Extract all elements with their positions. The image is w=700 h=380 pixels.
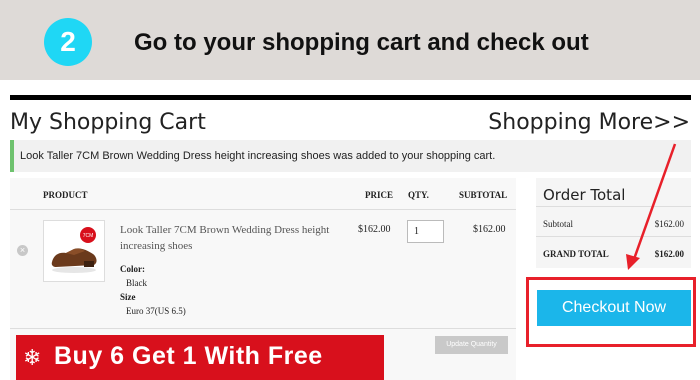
- grand-total-label: GRAND TOTAL: [543, 249, 609, 259]
- column-header-product: PRODUCT: [43, 190, 88, 200]
- item-price: $162.00: [358, 224, 391, 235]
- column-header-price: PRICE: [365, 190, 394, 200]
- svg-text:7CM: 7CM: [83, 233, 94, 239]
- red-arrow-icon: [626, 143, 677, 270]
- product-thumbnail[interactable]: 7CM: [43, 220, 105, 282]
- snowflake-icon: ❄: [23, 345, 42, 370]
- row-divider: [10, 328, 516, 329]
- order-total-title: Order Total: [543, 186, 626, 204]
- subtotal-label: Subtotal: [543, 219, 574, 229]
- promo-text: Buy 6 Get 1 With Free: [54, 342, 323, 370]
- option-value-color: Black: [126, 278, 147, 288]
- item-subtotal: $162.00: [473, 224, 506, 235]
- checkout-now-button[interactable]: Checkout Now: [537, 290, 691, 326]
- page-title: My Shopping Cart: [10, 110, 206, 135]
- option-value-size: Euro 37(US 6.5): [126, 306, 186, 316]
- cart-table-header: PRODUCT PRICE QTY. SUBTOTAL: [10, 178, 516, 210]
- quantity-input[interactable]: [407, 220, 444, 243]
- column-header-subtotal: SUBTOTAL: [459, 190, 508, 200]
- shopping-more-link[interactable]: Shopping More>>: [488, 110, 690, 135]
- brown-shoe-image: 7CM: [51, 227, 97, 273]
- option-label-size: Size: [120, 292, 136, 302]
- added-to-cart-notice: Look Taller 7CM Brown Wedding Dress heig…: [10, 140, 691, 172]
- step-number-badge: 2: [44, 18, 92, 66]
- instruction-banner: 2 Go to your shopping cart and check out: [0, 0, 700, 80]
- instruction-text: Go to your shopping cart and check out: [134, 29, 589, 56]
- promo-banner[interactable]: ❄ Buy 6 Get 1 With Free: [16, 335, 384, 380]
- column-header-qty: QTY.: [408, 190, 429, 200]
- header-divider: [10, 95, 691, 100]
- update-quantity-button[interactable]: Update Quantity: [435, 336, 508, 354]
- item-name[interactable]: Look Taller 7CM Brown Wedding Dress heig…: [120, 222, 340, 254]
- remove-item-icon[interactable]: ×: [17, 245, 28, 256]
- cart-table: PRODUCT PRICE QTY. SUBTOTAL × 7CM Look T…: [10, 178, 516, 380]
- option-label-color: Color:: [120, 264, 145, 274]
